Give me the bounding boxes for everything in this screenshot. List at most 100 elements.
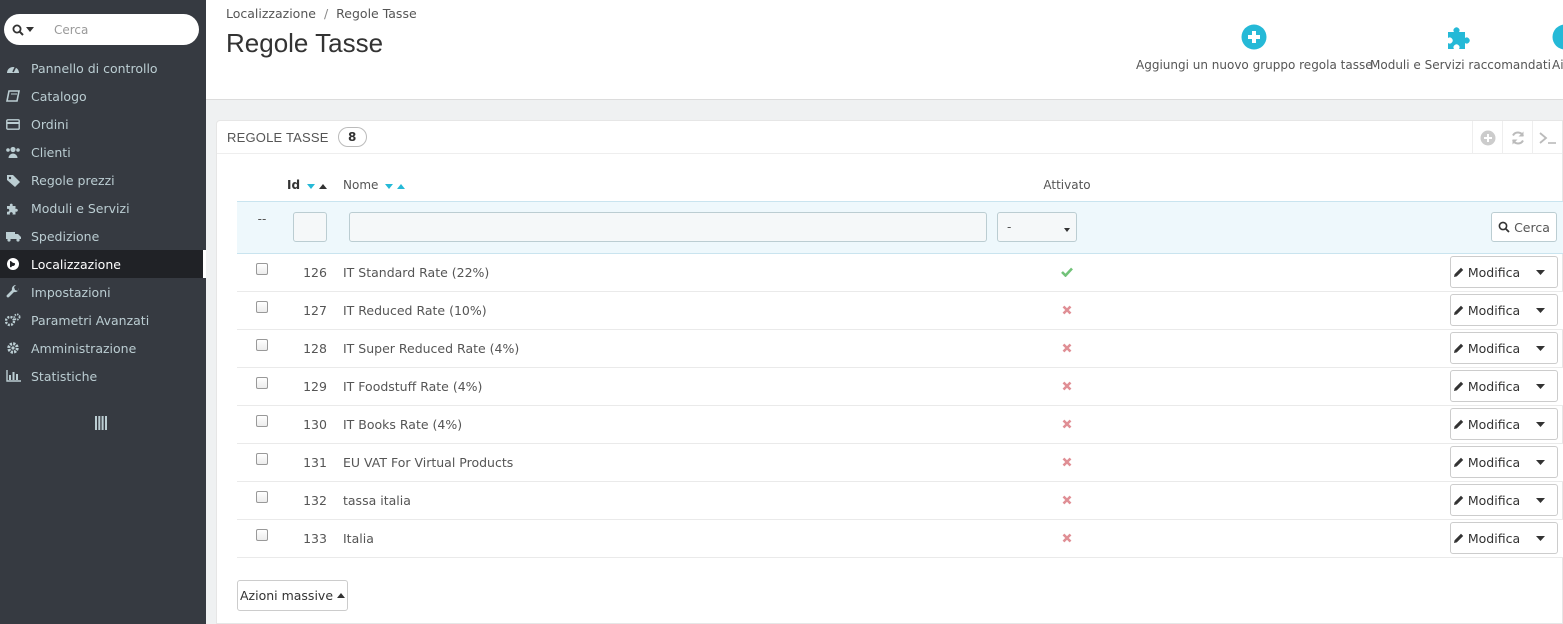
tags-icon <box>4 174 22 187</box>
sidebar-item-ordini[interactable]: Ordini <box>0 110 206 138</box>
filter-id-input[interactable] <box>293 212 327 242</box>
row-active-toggle[interactable] <box>997 405 1137 444</box>
edit-dropdown-toggle[interactable] <box>1523 333 1557 363</box>
table-row[interactable]: 131 EU VAT For Virtual Products Modifica <box>237 443 1563 482</box>
edit-button[interactable]: Modifica <box>1451 257 1523 287</box>
sidebar-item-moduli-e-servizi[interactable]: Moduli e Servizi <box>0 194 206 222</box>
table-row[interactable]: 129 IT Foodstuff Rate (4%) Modifica <box>237 367 1563 406</box>
filter-row: -- - Cerca <box>237 200 1563 254</box>
edit-dropdown-toggle[interactable] <box>1523 295 1557 325</box>
sidebar-item-clienti[interactable]: Clienti <box>0 138 206 166</box>
table-row[interactable]: 132 tassa italia Modifica <box>237 481 1563 520</box>
filter-search-button[interactable]: Cerca <box>1491 212 1557 242</box>
edit-button-group: Modifica <box>1450 256 1558 288</box>
page-title: Regole Tasse <box>226 28 384 58</box>
select-caret-icon <box>1064 228 1070 232</box>
edit-dropdown-toggle[interactable] <box>1523 257 1557 287</box>
sidebar-search-input[interactable]: Cerca <box>54 23 88 37</box>
table-row[interactable]: 127 IT Reduced Rate (10%) Modifica <box>237 291 1563 330</box>
column-header-name: Nome <box>343 169 997 201</box>
row-active-toggle[interactable] <box>997 481 1137 520</box>
filter-active-select[interactable]: - <box>997 212 1077 242</box>
sidebar-item-label: Clienti <box>31 144 71 160</box>
sort-asc-icon[interactable] <box>397 184 406 189</box>
sidebar-item-localizzazione[interactable]: Localizzazione <box>0 250 206 278</box>
sidebar-item-label: Regole prezzi <box>31 172 115 188</box>
row-active-toggle[interactable] <box>997 519 1137 558</box>
recommended-modules-button[interactable]: Moduli e Servizi raccomandati <box>1370 22 1551 72</box>
sidebar-nav: Pannello di controllo Catalogo Ordini Clien… <box>0 54 206 390</box>
row-active-toggle[interactable] <box>997 367 1137 406</box>
edit-dropdown-toggle[interactable] <box>1523 447 1557 477</box>
row-checkbox[interactable] <box>256 263 268 275</box>
edit-button[interactable]: Modifica <box>1451 447 1523 477</box>
sql-query-tool[interactable] <box>1532 121 1562 154</box>
caret-down-icon <box>1535 535 1545 541</box>
sort-desc-icon[interactable] <box>385 184 394 189</box>
column-header-active: Attivato <box>1043 177 1091 192</box>
refresh-tool[interactable] <box>1502 121 1532 154</box>
sidebar-item-label: Spedizione <box>31 228 100 244</box>
sidebar-item-label: Localizzazione <box>31 256 121 272</box>
edit-button[interactable]: Modifica <box>1451 371 1523 401</box>
edit-button-group: Modifica <box>1450 484 1558 516</box>
table-row[interactable]: 133 Italia Modifica <box>237 519 1563 558</box>
row-active-toggle[interactable] <box>997 329 1137 368</box>
caret-down-icon <box>1535 307 1545 313</box>
edit-button[interactable]: Modifica <box>1451 523 1523 553</box>
row-checkbox[interactable] <box>256 529 268 541</box>
cross-icon <box>1062 495 1072 504</box>
sidebar-item-parametri-avanzati[interactable]: Parametri Avanzati <box>0 306 206 334</box>
plus-circle-icon <box>1480 130 1495 145</box>
sidebar-item-regole-prezzi[interactable]: Regole prezzi <box>0 166 206 194</box>
edit-dropdown-toggle[interactable] <box>1523 523 1557 553</box>
search-dropdown-toggle[interactable] <box>4 14 42 45</box>
sidebar-item-catalogo[interactable]: Catalogo <box>0 82 206 110</box>
row-active-toggle[interactable] <box>997 253 1137 292</box>
edit-button-group: Modifica <box>1450 408 1558 440</box>
bulk-actions-button[interactable]: Azioni massive <box>237 580 348 611</box>
table-row[interactable]: 126 IT Standard Rate (22%) Modifica <box>237 253 1563 292</box>
table-row[interactable]: 130 IT Books Rate (4%) Modifica <box>237 405 1563 444</box>
count-badge: 8 <box>337 127 367 147</box>
cross-icon <box>1062 457 1072 466</box>
sidebar-item-pannello-di-controllo[interactable]: Pannello di controllo <box>0 54 206 82</box>
row-active-toggle[interactable] <box>997 291 1137 330</box>
sort-desc-icon[interactable] <box>307 184 316 189</box>
edit-button[interactable]: Modifica <box>1451 409 1523 439</box>
edit-button[interactable]: Modifica <box>1451 333 1523 363</box>
row-checkbox[interactable] <box>256 377 268 389</box>
sidebar-search[interactable]: Cerca <box>4 14 199 45</box>
breadcrumb-current: Regole Tasse <box>336 6 417 21</box>
edit-dropdown-toggle[interactable] <box>1523 371 1557 401</box>
row-checkbox[interactable] <box>256 453 268 465</box>
sidebar: Cerca Pannello di controllo Catalogo Ordin… <box>0 0 206 624</box>
check-icon <box>1061 267 1073 277</box>
filter-name-input[interactable] <box>349 212 987 242</box>
edit-dropdown-toggle[interactable] <box>1523 409 1557 439</box>
row-checkbox[interactable] <box>256 301 268 313</box>
help-button[interactable]: Ai <box>1552 22 1563 72</box>
row-name: Italia <box>343 519 997 558</box>
row-checkbox[interactable] <box>256 339 268 351</box>
sidebar-item-spedizione[interactable]: Spedizione <box>0 222 206 250</box>
row-name: IT Foodstuff Rate (4%) <box>343 367 997 406</box>
breadcrumb-localizzazione[interactable]: Localizzazione <box>226 6 316 21</box>
sort-asc-icon[interactable] <box>319 184 328 189</box>
add-tax-rule-group-button[interactable]: Aggiungi un nuovo gruppo regola tasse <box>1136 22 1373 72</box>
edit-button[interactable]: Modifica <box>1451 485 1523 515</box>
add-new-tool[interactable] <box>1472 121 1502 154</box>
sidebar-item-label: Amministrazione <box>31 340 137 356</box>
edit-dropdown-toggle[interactable] <box>1523 485 1557 515</box>
sidebar-item-statistiche[interactable]: Statistiche <box>0 362 206 390</box>
sidebar-item-amministrazione[interactable]: Amministrazione <box>0 334 206 362</box>
row-checkbox[interactable] <box>256 491 268 503</box>
collapse-sidebar-icon[interactable] <box>95 416 107 430</box>
row-active-toggle[interactable] <box>997 443 1137 482</box>
panel-tools <box>1472 121 1562 154</box>
sidebar-item-impostazioni[interactable]: Impostazioni <box>0 278 206 306</box>
row-checkbox[interactable] <box>256 415 268 427</box>
table-row[interactable]: 128 IT Super Reduced Rate (4%) Modifica <box>237 329 1563 368</box>
edit-button[interactable]: Modifica <box>1451 295 1523 325</box>
refresh-icon <box>1511 131 1524 144</box>
